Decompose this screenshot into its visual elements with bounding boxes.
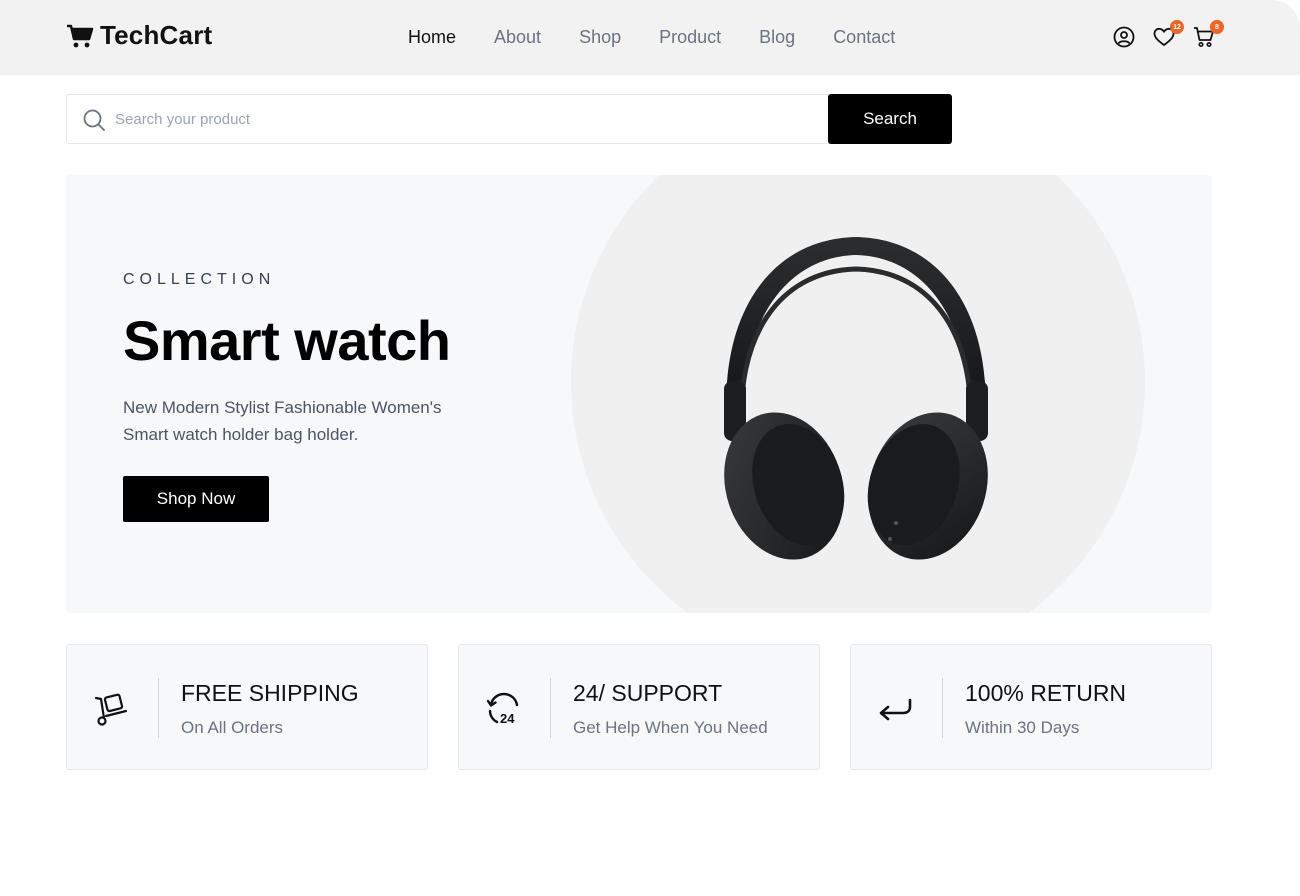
site-header: TechCart Home About Shop Product Blog Co… <box>0 0 1300 75</box>
hero-eyebrow: COLLECTION <box>123 271 276 288</box>
feature-subtitle: On All Orders <box>181 718 284 737</box>
nav-item-about[interactable]: About <box>494 27 541 48</box>
search-input[interactable] <box>115 95 815 143</box>
feature-title: 100% RETURN <box>965 680 1127 706</box>
feature-return: 100% RETURN Within 30 Days <box>850 644 1212 770</box>
feature-subtitle: Get Help When You Need <box>573 718 768 737</box>
nav-item-contact[interactable]: Contact <box>833 27 895 48</box>
wishlist-button[interactable]: 12 <box>1152 20 1184 49</box>
support-24-icon: 24 <box>486 692 519 726</box>
page: TechCart Home About Shop Product Blog Co… <box>0 0 1300 896</box>
cart-count-badge: 8 <box>1210 20 1224 34</box>
feature-divider <box>550 678 551 738</box>
account-button[interactable] <box>1112 25 1136 49</box>
shop-now-button[interactable]: Shop Now <box>123 476 269 522</box>
search-icon <box>83 109 105 131</box>
wishlist-count-badge: 12 <box>1170 20 1184 34</box>
logo[interactable]: TechCart <box>66 20 212 51</box>
search-button[interactable]: Search <box>828 94 952 144</box>
main-nav: Home About Shop Product Blog Contact <box>408 27 933 48</box>
headphones-image <box>724 237 988 560</box>
feature-icon-wrap: 24 <box>483 689 523 729</box>
feature-support: 24 24/ SUPPORT Get Help When You Need <box>458 644 820 770</box>
hero-banner: COLLECTION Smart watch New Modern Stylis… <box>66 175 1212 613</box>
feature-free-shipping: FREE SHIPPING On All Orders <box>66 644 428 770</box>
feature-divider <box>942 678 943 738</box>
header-actions: 12 8 <box>1112 20 1224 49</box>
nav-item-product[interactable]: Product <box>659 27 721 48</box>
feature-title: FREE SHIPPING <box>181 680 359 706</box>
cart-logo-icon <box>67 24 94 47</box>
search-bar: Search <box>66 94 952 144</box>
cart-button[interactable]: 8 <box>1192 20 1224 49</box>
user-circle-icon <box>1113 26 1135 48</box>
feature-title: 24/ SUPPORT <box>573 680 723 706</box>
hero-title: Smart watch <box>123 309 451 372</box>
hand-truck-icon <box>94 693 128 726</box>
feature-icon-wrap <box>91 689 131 729</box>
hero-description: New Modern Stylist Fashionable Women's S… <box>123 398 442 444</box>
svg-text:24: 24 <box>500 711 515 726</box>
feature-subtitle: Within 30 Days <box>965 718 1080 737</box>
feature-icon-wrap <box>875 689 915 729</box>
brand-name: TechCart <box>100 20 213 50</box>
return-arrow-icon <box>879 698 912 721</box>
nav-item-shop[interactable]: Shop <box>579 27 621 48</box>
nav-item-home[interactable]: Home <box>408 27 456 48</box>
feature-divider <box>158 678 159 738</box>
nav-item-blog[interactable]: Blog <box>759 27 795 48</box>
